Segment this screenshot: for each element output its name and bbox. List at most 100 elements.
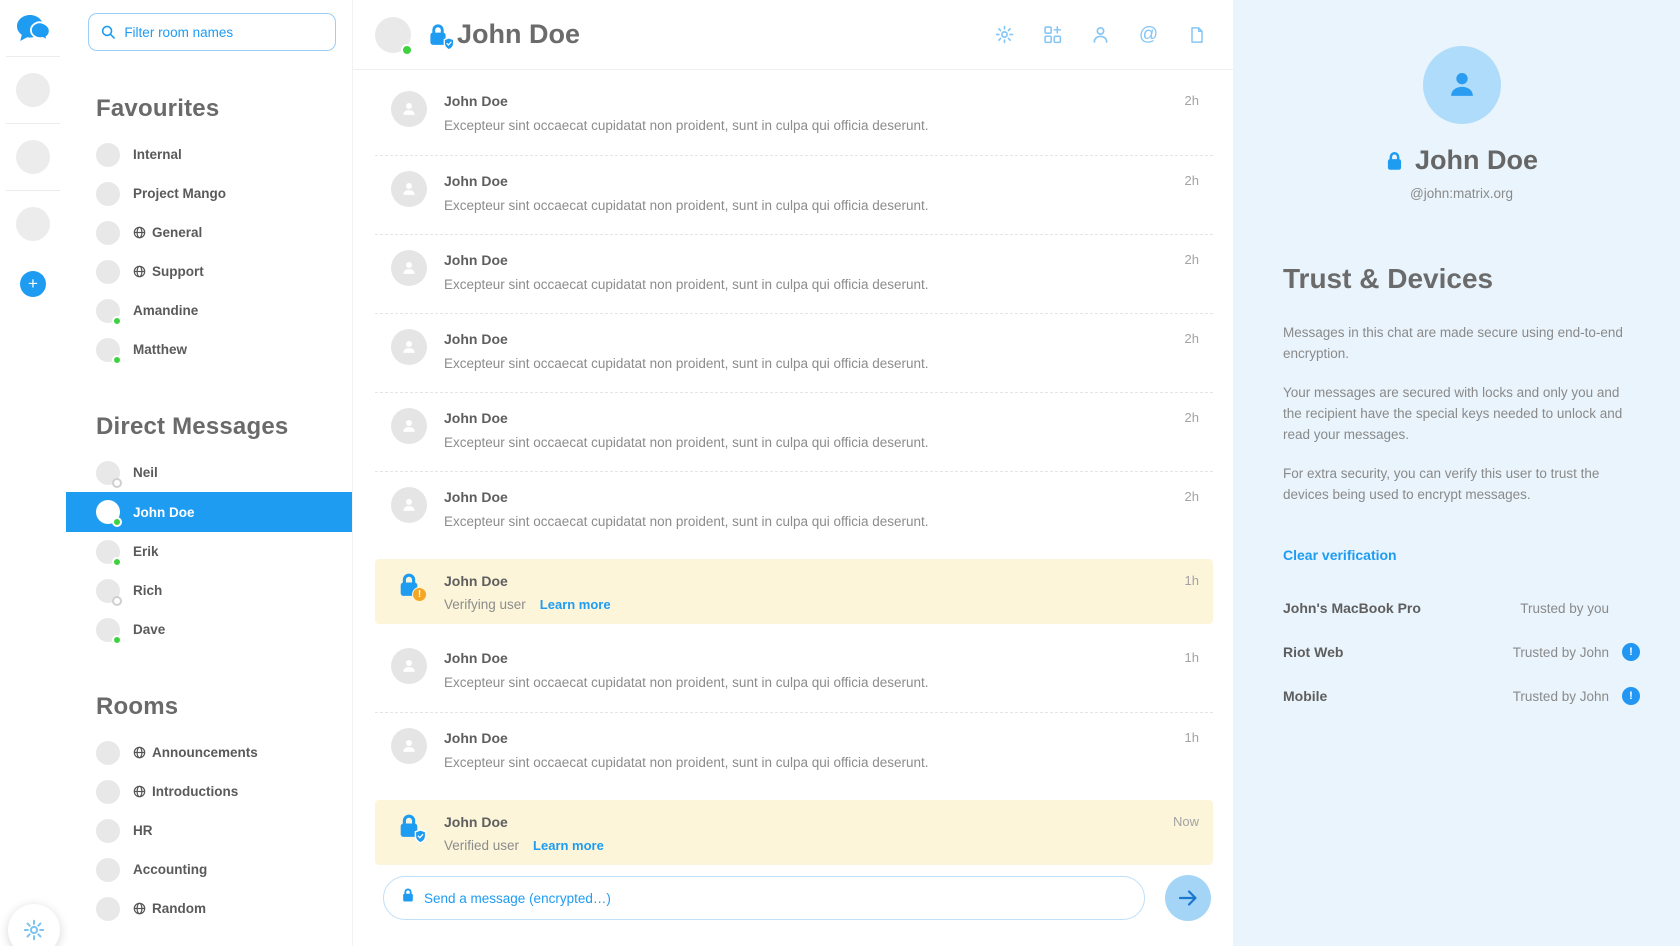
sidebar-item-erik[interactable]: Erik: [88, 532, 336, 571]
clear-verification-link[interactable]: Clear verification: [1283, 547, 1397, 563]
room-avatar: [96, 897, 120, 921]
sidebar-item-random[interactable]: Random: [88, 889, 336, 928]
chat-avatar: [375, 17, 411, 53]
members-icon[interactable]: [1090, 24, 1111, 45]
room-label: Dave: [133, 622, 165, 637]
trust-paragraph: For extra security, you can verify this …: [1283, 464, 1640, 506]
profile-avatar: [1423, 46, 1501, 124]
device-trust: Trusted by John !: [1513, 687, 1640, 705]
message-sender: John Doe: [444, 730, 1173, 746]
avatar-icon: [391, 329, 427, 365]
app-logo-icon[interactable]: [15, 14, 51, 46]
room-avatar: [96, 540, 120, 564]
device-list: John's MacBook Pro Trusted by you ! Riot…: [1283, 599, 1640, 705]
message-timestamp: 2h: [1185, 489, 1199, 504]
sidebar-item-project-mango[interactable]: Project Mango: [88, 174, 336, 213]
sidebar-item-general[interactable]: General: [88, 213, 336, 252]
presence-dot: [112, 478, 122, 488]
message-body: John Doe Excepteur sint occaecat cupidat…: [444, 91, 1173, 133]
message-timestamp: 2h: [1185, 410, 1199, 425]
settings-button[interactable]: [8, 904, 60, 946]
message-row: John Doe Excepteur sint occaecat cupidat…: [375, 155, 1213, 234]
chat-column: John Doe: [352, 0, 1233, 946]
sidebar-item-introductions[interactable]: Introductions: [88, 772, 336, 811]
room-label: General: [152, 225, 202, 240]
message-timestamp: 2h: [1185, 93, 1199, 108]
add-widget-icon[interactable]: [1042, 24, 1063, 45]
room-label: Neil: [133, 465, 158, 480]
lock-icon: [401, 887, 415, 903]
room-settings-icon[interactable]: [994, 24, 1015, 45]
sidebar-item-announcements[interactable]: Announcements: [88, 733, 336, 772]
room-avatar: [96, 741, 120, 765]
message-sender: John Doe: [444, 650, 1173, 666]
message-row: John Doe Excepteur sint occaecat cupidat…: [375, 712, 1213, 791]
avatar-icon: [391, 728, 427, 764]
verification-lock: [391, 812, 427, 840]
room-label: Accounting: [133, 862, 207, 877]
presence-dot: [112, 596, 122, 606]
room-filter-box[interactable]: [88, 13, 336, 51]
community-avatar[interactable]: [16, 207, 50, 241]
learn-more-link[interactable]: Learn more: [533, 838, 604, 853]
sidebar-item-dave[interactable]: Dave: [88, 610, 336, 649]
presence-dot: [112, 635, 122, 645]
message-sender: John Doe: [444, 252, 1173, 268]
message-text: Excepteur sint occaecat cupidatat non pr…: [444, 356, 1173, 371]
room-label: Project Mango: [133, 186, 226, 201]
message-timestamp: 2h: [1185, 252, 1199, 267]
community-avatar[interactable]: [16, 73, 50, 107]
room-avatar: [96, 858, 120, 882]
sidebar-item-hr[interactable]: HR: [88, 811, 336, 850]
sidebar-item-support[interactable]: Support: [88, 252, 336, 291]
room-filter-input[interactable]: [124, 25, 323, 40]
lock-icon: [1385, 150, 1404, 172]
sidebar-item-internal[interactable]: Internal: [88, 135, 336, 174]
device-name: Mobile: [1283, 688, 1327, 704]
globe-icon: [133, 265, 146, 278]
notice-body: John Doe Verified user Learn more: [444, 812, 1161, 853]
device-trust-label: Trusted by John: [1513, 645, 1609, 660]
person-icon: [399, 736, 419, 756]
files-icon[interactable]: [1186, 24, 1207, 45]
community-avatar[interactable]: [16, 140, 50, 174]
message-row: John Doe Excepteur sint occaecat cupidat…: [375, 392, 1213, 471]
device-trust-label: Trusted by you: [1520, 601, 1609, 616]
globe-icon: [133, 902, 146, 915]
room-label: Matthew: [133, 342, 187, 357]
verification-notice-row: ! John Doe Verifying user Learn more 1h: [375, 559, 1213, 624]
sidebar-item-amandine[interactable]: Amandine: [88, 291, 336, 330]
sidebar-item-neil[interactable]: Neil: [88, 453, 336, 492]
mentions-icon[interactable]: @: [1138, 24, 1159, 45]
person-icon: [399, 258, 419, 278]
info-badge-icon[interactable]: !: [1622, 687, 1640, 705]
add-community-button[interactable]: +: [20, 271, 46, 297]
device-name: Riot Web: [1283, 644, 1343, 660]
globe-icon: [133, 785, 146, 798]
message-body: John Doe Excepteur sint occaecat cupidat…: [444, 171, 1173, 213]
sidebar-item-john-doe[interactable]: John Doe: [66, 492, 352, 532]
room-avatar: [96, 579, 120, 603]
trust-paragraph: Your messages are secured with locks and…: [1283, 383, 1640, 446]
sidebar-item-rich[interactable]: Rich: [88, 571, 336, 610]
room-label: Rich: [133, 583, 162, 598]
sidebar-item-matthew[interactable]: Matthew: [88, 330, 336, 369]
room-avatar: [96, 260, 120, 284]
encrypted-lock-icon: [1385, 150, 1404, 172]
room-label: HR: [133, 823, 153, 838]
room-avatar: [96, 143, 120, 167]
learn-more-link[interactable]: Learn more: [540, 597, 611, 612]
message-input-pill[interactable]: [383, 876, 1145, 920]
send-button[interactable]: [1165, 875, 1211, 921]
verification-status: Verified user Learn more: [444, 838, 1161, 853]
message-text: Excepteur sint occaecat cupidatat non pr…: [444, 435, 1173, 450]
sidebar-item-accounting[interactable]: Accounting: [88, 850, 336, 889]
room-label: Support: [152, 264, 204, 279]
room-avatar: [96, 221, 120, 245]
room-label: John Doe: [133, 505, 195, 520]
avatar-icon: [391, 648, 427, 684]
info-badge-icon[interactable]: !: [1622, 643, 1640, 661]
presence-dot: [112, 557, 122, 567]
device-trust-label: Trusted by John: [1513, 689, 1609, 704]
message-input[interactable]: [424, 891, 1127, 906]
